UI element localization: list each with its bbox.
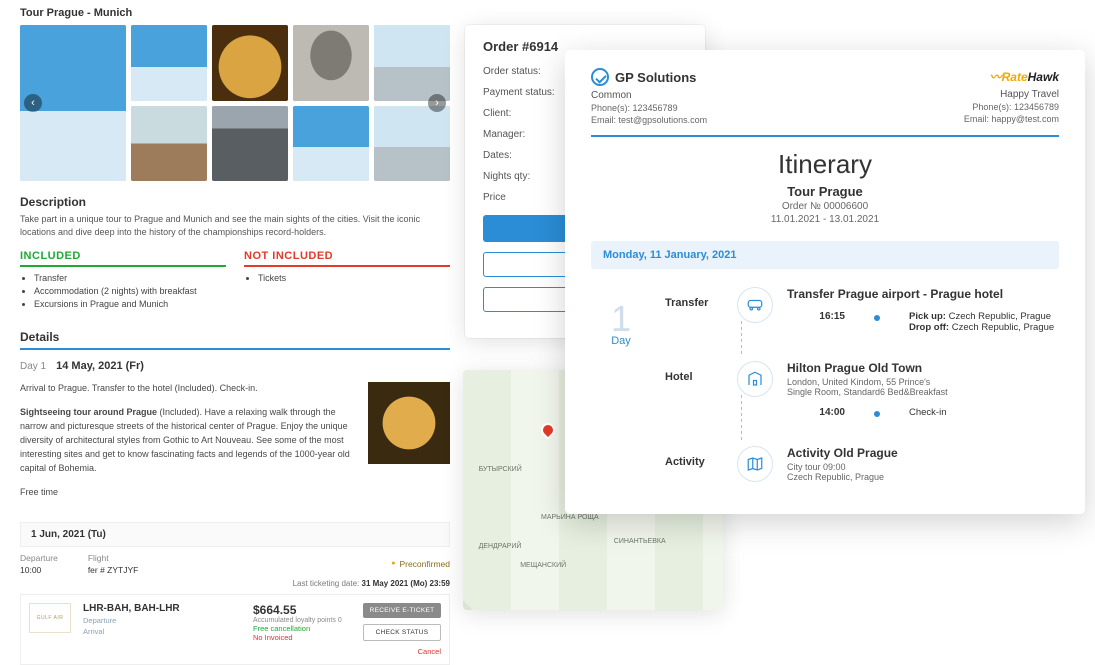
flight-column: Flight fer # ZYTJYF [88, 553, 139, 575]
description-text: Take part in a unique tour to Prague and… [20, 213, 450, 238]
day-label: Day [611, 335, 631, 347]
gallery-image[interactable] [293, 25, 369, 101]
day1-image [368, 382, 450, 464]
day-indicator: 1 Day [591, 273, 651, 496]
loyalty-points: Accumulated loyalty points 0 [253, 617, 351, 624]
free-cancellation: Free cancellation [253, 624, 351, 633]
entry-meta: City tour 09:00 [787, 462, 1059, 472]
agency-logo: 〰RateHawk [964, 68, 1059, 85]
entry-kind: Transfer [665, 287, 723, 309]
flight-label: Flight [88, 553, 139, 563]
agency-phone: Phone(s): 123456789 [964, 102, 1059, 112]
receive-eticket-button[interactable]: RECEIVE E-TICKET [363, 603, 441, 618]
flight-ref: fer # ZYTJYF [88, 565, 139, 575]
check-status-button[interactable]: CHECK STATUS [363, 624, 441, 641]
supplier-brand: GP Solutions [591, 68, 964, 86]
day-number: 1 [611, 301, 631, 337]
timeline: Transfer Transfer Prague airport - Pragu… [665, 273, 1059, 496]
included-item: Transfer [34, 273, 226, 283]
day1-header: Day 1 14 May, 2021 (Fr) [20, 360, 450, 372]
gallery-image[interactable] [374, 25, 450, 101]
flight-leg: Departure [83, 616, 241, 625]
not-included-item: Tickets [258, 273, 450, 283]
flight-route: LHR-BAH, BAH-LHR [83, 603, 241, 614]
gallery-image[interactable] [293, 106, 369, 182]
bus-icon [737, 287, 773, 323]
itinerary-order: Order № 00006600 [591, 201, 1059, 212]
day-date: 14 May, 2021 (Fr) [56, 360, 144, 372]
included-item: Accommodation (2 nights) with breakfast [34, 286, 226, 296]
departure-time: 10:00 [20, 565, 58, 575]
gallery-image[interactable] [212, 106, 288, 182]
day1-text: Arrival to Prague. Transfer to the hotel… [20, 382, 356, 510]
entry-title: Activity Old Prague [787, 446, 1059, 460]
sightseeing-title: Sightseeing tour around Prague [20, 407, 157, 417]
checkin-label: Check-in [909, 407, 1059, 418]
entry-kind: Activity [665, 446, 723, 468]
gallery-image[interactable] [131, 25, 207, 101]
included-heading: INCLUDED [20, 250, 226, 267]
departure-label: Departure [20, 553, 58, 563]
included-item: Excursions in Prague and Munich [34, 299, 226, 309]
itinerary-title: Itinerary [591, 149, 1059, 180]
day2-header[interactable]: 1 Jun, 2021 (Tu) [20, 522, 450, 547]
itinerary-tour: Tour Prague [591, 184, 1059, 199]
no-invoice: No Invoiced [253, 633, 351, 642]
day1-arrival-text: Arrival to Prague. Transfer to the hotel… [20, 382, 356, 396]
entry-meta: Single Room, Standard6 Bed&Breakfast [787, 387, 1059, 397]
entry-title: Hilton Prague Old Town [787, 361, 1059, 375]
free-time-text: Free time [20, 486, 356, 500]
entry-meta: Czech Republic, Prague [787, 472, 1059, 482]
not-included-column: NOT INCLUDED Tickets [244, 250, 450, 312]
day-label: Day 1 [20, 361, 46, 372]
agency-email: Email: happy@test.com [964, 114, 1059, 124]
not-included-heading: NOT INCLUDED [244, 250, 450, 267]
entry-time: 14:00 [787, 407, 845, 418]
entry-kind: Hotel [665, 361, 723, 383]
timeline-dot-icon [874, 411, 880, 417]
supplier-phone: Phone(s): 123456789 [591, 103, 964, 113]
gallery-prev-button[interactable]: ‹ [24, 94, 42, 112]
map-pin-icon[interactable] [538, 420, 558, 440]
timeline-dot-icon [874, 315, 880, 321]
included-column: INCLUDED Transfer Accommodation (2 night… [20, 250, 226, 312]
status-badge: Preconfirmed [391, 553, 450, 575]
itinerary-panel: GP Solutions Common Phone(s): 123456789 … [565, 50, 1085, 514]
timeline-entry-transfer: Transfer Transfer Prague airport - Pragu… [665, 273, 1059, 347]
cancel-link[interactable]: Cancel [363, 647, 441, 656]
airline-logo: GULF AIR [29, 603, 71, 633]
details-heading: Details [20, 330, 450, 350]
flight-card: GULF AIR LHR-BAH, BAH-LHR Departure Arri… [20, 594, 450, 665]
flight-price: $664.55 [253, 603, 351, 617]
ticketing-deadline: Last ticketing date: 31 May 2021 (Mo) 23… [20, 579, 450, 588]
timeline-entry-hotel: Hotel Hilton Prague Old Town London, Uni… [665, 347, 1059, 432]
agency-name: Happy Travel [964, 89, 1059, 100]
flight-leg: Arrival [83, 627, 241, 636]
gallery-next-button[interactable]: › [428, 94, 446, 112]
map-icon [737, 446, 773, 482]
supplier-name: Common [591, 90, 964, 101]
gallery-image[interactable] [212, 25, 288, 101]
departure-column: Departure 10:00 [20, 553, 58, 575]
check-icon [591, 68, 609, 86]
itinerary-day-header: Monday, 11 January, 2021 [591, 241, 1059, 269]
hotel-icon [737, 361, 773, 397]
supplier-email: Email: test@gpsolutions.com [591, 115, 964, 125]
gallery-image[interactable] [131, 106, 207, 182]
entry-title: Transfer Prague airport - Prague hotel [787, 287, 1059, 301]
gallery-image[interactable] [374, 106, 450, 182]
description-heading: Description [20, 195, 450, 209]
tour-panel: Tour Prague - Munich ‹ › Description Tak… [20, 7, 450, 665]
tour-title: Tour Prague - Munich [20, 7, 450, 19]
itinerary-dates: 11.01.2021 - 13.01.2021 [591, 214, 1059, 225]
timeline-entry-activity: Activity Activity Old Prague City tour 0… [665, 432, 1059, 496]
entry-meta: London, United Kindom, 55 Prince's [787, 377, 1059, 387]
gallery: ‹ › [20, 25, 450, 181]
entry-time: 16:15 [787, 311, 845, 333]
